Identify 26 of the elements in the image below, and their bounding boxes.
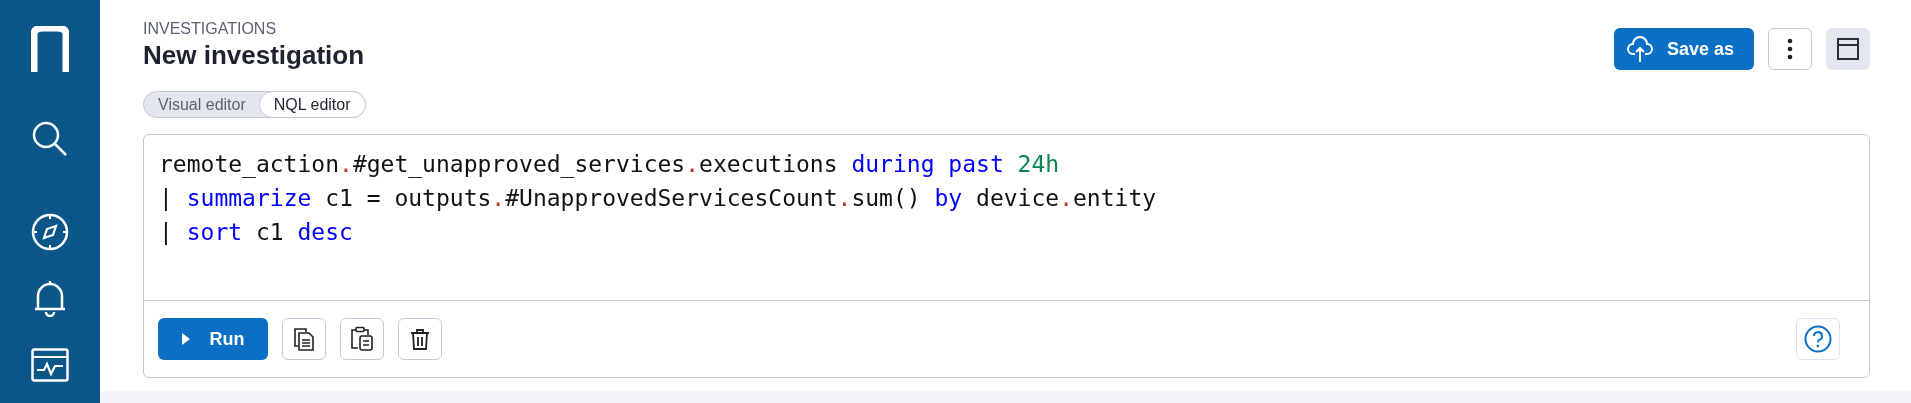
delete-button[interactable] — [398, 318, 442, 360]
run-button[interactable]: Run — [158, 318, 268, 360]
more-options-button[interactable] — [1768, 28, 1812, 70]
clipboard-icon — [350, 326, 374, 352]
dashboard-icon — [31, 347, 69, 382]
search-icon — [32, 121, 68, 158]
help-button[interactable] — [1796, 318, 1840, 360]
help-icon — [1804, 325, 1832, 353]
logo-icon — [31, 26, 69, 72]
breadcrumb[interactable]: INVESTIGATIONS — [143, 20, 365, 38]
page-title: New investigation — [143, 40, 365, 71]
code-editor[interactable]: remote_action.#get_unapproved_services.executions during past 24h | summarize c1 = outputs.#UnapprovedServicesCount.sum() by device.entity | sort c1 desc — [144, 135, 1869, 301]
trash-icon — [410, 328, 430, 350]
cloud-upload-icon — [1626, 35, 1653, 63]
layout-icon — [1837, 38, 1859, 60]
editor-tab[interactable]: Visual editor — [143, 91, 261, 118]
save-as-button[interactable]: Save as — [1613, 28, 1754, 70]
copy-button[interactable] — [282, 318, 326, 360]
layout-button[interactable] — [1826, 28, 1870, 70]
copy-icon — [293, 327, 315, 351]
kebab-icon — [1787, 38, 1793, 60]
play-icon — [181, 333, 190, 345]
bell-icon — [34, 279, 66, 318]
compass-icon — [31, 213, 69, 252]
editor-tab[interactable]: NQL editor — [258, 91, 366, 118]
paste-button[interactable] — [340, 318, 384, 360]
